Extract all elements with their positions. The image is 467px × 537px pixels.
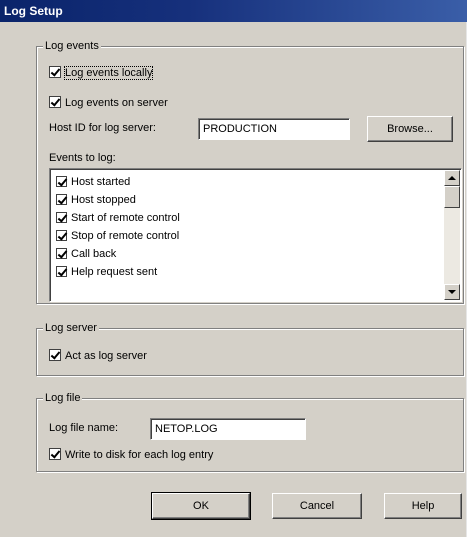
- cancel-button-label: Cancel: [299, 500, 335, 512]
- write-each-entry-check-icon: [49, 448, 61, 461]
- ok-button-label: OK: [193, 500, 209, 512]
- event-label: Stop of remote control: [71, 230, 180, 243]
- event-item[interactable]: Call back: [56, 245, 116, 263]
- log-server-group-label: Log server: [43, 321, 99, 335]
- event-item[interactable]: Stop of remote control: [56, 227, 179, 245]
- window-title: Log Setup: [0, 0, 467, 22]
- events-list-scrollbar[interactable]: [444, 170, 460, 300]
- event-item[interactable]: Host stopped: [56, 191, 136, 209]
- host-id-label: Host ID for log server:: [49, 122, 156, 134]
- write-each-entry-label: Write to disk for each log entry: [65, 449, 214, 462]
- event-check-icon: [56, 229, 67, 241]
- events-to-log-label: Events to log:: [49, 152, 116, 164]
- log-setup-dialog: Log Setup Log events Log events locally …: [0, 0, 467, 537]
- event-check-icon: [56, 265, 67, 277]
- log-on-server-check-icon: [49, 96, 61, 109]
- log-locally-checkbox[interactable]: Log events locally: [49, 65, 154, 81]
- log-locally-label: Log events locally: [63, 66, 154, 81]
- event-check-icon: [56, 193, 67, 205]
- browse-button-label: Browse...: [387, 123, 433, 135]
- help-button-label: Help: [411, 500, 435, 512]
- act-as-server-checkbox[interactable]: Act as log server: [49, 348, 147, 364]
- event-check-icon: [56, 247, 67, 259]
- arrow-up-icon: [448, 176, 456, 180]
- log-on-server-checkbox[interactable]: Log events on server: [49, 95, 168, 111]
- scroll-down-button[interactable]: [444, 284, 460, 300]
- event-label: Host stopped: [71, 194, 136, 207]
- log-file-name-label: Log file name:: [49, 422, 119, 434]
- ok-button[interactable]: OK: [151, 492, 251, 520]
- scroll-thumb[interactable]: [444, 186, 460, 208]
- event-item[interactable]: Start of remote control: [56, 209, 180, 227]
- event-label: Host started: [71, 176, 131, 189]
- log-file-name-field[interactable]: NETOP.LOG: [150, 418, 306, 440]
- event-item[interactable]: Host started: [56, 173, 130, 191]
- host-id-field[interactable]: PRODUCTION: [198, 118, 350, 140]
- event-check-icon: [56, 211, 67, 223]
- act-as-server-check-icon: [49, 349, 61, 362]
- browse-button[interactable]: Browse...: [367, 116, 453, 142]
- event-check-icon: [56, 175, 67, 187]
- events-list[interactable]: Host started Host stopped Start of remote …: [49, 168, 462, 302]
- event-item[interactable]: Help request sent: [56, 263, 157, 281]
- log-locally-check-icon: [49, 66, 61, 79]
- scroll-up-button[interactable]: [444, 170, 460, 186]
- write-each-entry-checkbox[interactable]: Write to disk for each log entry: [49, 447, 213, 463]
- act-as-server-label: Act as log server: [65, 350, 147, 363]
- event-label: Start of remote control: [71, 212, 180, 225]
- event-label: Call back: [71, 248, 117, 261]
- cancel-button[interactable]: Cancel: [272, 493, 362, 519]
- arrow-down-icon: [448, 290, 456, 294]
- help-button[interactable]: Help: [384, 493, 462, 519]
- log-on-server-label: Log events on server: [65, 97, 168, 110]
- event-label: Help request sent: [71, 266, 158, 279]
- log-file-group-label: Log file: [43, 391, 83, 405]
- log-events-group-label: Log events: [43, 39, 101, 53]
